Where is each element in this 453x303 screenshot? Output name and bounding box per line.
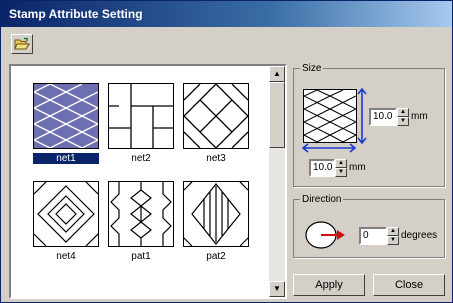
height-stepper[interactable]: ▲ ▼ — [397, 108, 409, 126]
direction-dial-icon[interactable] — [303, 219, 347, 251]
pattern-list-scrollbar[interactable]: ▲ ▼ — [269, 66, 285, 297]
pattern-thumbnail — [108, 181, 174, 247]
pattern-label: net2 — [131, 153, 151, 164]
open-file-button[interactable] — [11, 34, 33, 54]
pattern-item-net2[interactable]: net2 — [108, 83, 180, 164]
pattern-thumbnail — [183, 83, 249, 149]
scroll-up-button[interactable]: ▲ — [269, 66, 285, 82]
pattern-label: net3 — [206, 153, 226, 164]
close-button[interactable]: Close — [373, 274, 445, 296]
pattern-item-net3[interactable]: net3 — [183, 83, 255, 164]
direction-stepper[interactable]: ▲ ▼ — [387, 227, 399, 245]
pattern-label: net1 — [33, 153, 99, 164]
pattern-label: pat2 — [206, 251, 226, 262]
scroll-thumb[interactable] — [269, 82, 285, 148]
width-unit-label: mm — [349, 162, 366, 173]
pattern-thumbnail — [33, 181, 99, 247]
pattern-label: pat1 — [131, 251, 151, 262]
height-arrow-icon — [357, 87, 367, 145]
pattern-thumbnail — [33, 83, 99, 149]
scroll-down-button[interactable]: ▼ — [269, 281, 285, 297]
pattern-thumbnail — [183, 181, 249, 247]
size-preview — [303, 89, 357, 143]
size-legend: Size — [302, 63, 322, 74]
apply-button[interactable]: Apply — [293, 274, 365, 296]
direction-legend: Direction — [302, 194, 342, 205]
window-title: Stamp Attribute Setting — [1, 1, 452, 27]
width-arrow-icon — [301, 143, 357, 153]
direction-field[interactable]: 0 — [359, 227, 387, 245]
pattern-item-pat1[interactable]: pat1 — [108, 181, 180, 262]
direction-unit-label: degrees — [401, 230, 438, 241]
pattern-label: net4 — [56, 251, 76, 262]
height-unit-label: mm — [411, 111, 428, 122]
width-field[interactable]: 10.0 — [309, 159, 335, 177]
pattern-item-pat2[interactable]: pat2 — [183, 181, 255, 262]
width-stepper[interactable]: ▲ ▼ — [335, 159, 347, 177]
pattern-thumbnail — [108, 83, 174, 149]
height-field[interactable]: 10.0 — [369, 108, 397, 126]
stamp-attribute-dialog: Stamp Attribute Setting net1 net2 net3 n… — [0, 0, 453, 303]
pattern-item-net1[interactable]: net1 — [33, 83, 105, 164]
pattern-list: net1 net2 net3 net4 pat1 pat2 — [9, 64, 287, 299]
pattern-item-net4[interactable]: net4 — [33, 181, 105, 262]
open-folder-icon — [14, 37, 30, 50]
